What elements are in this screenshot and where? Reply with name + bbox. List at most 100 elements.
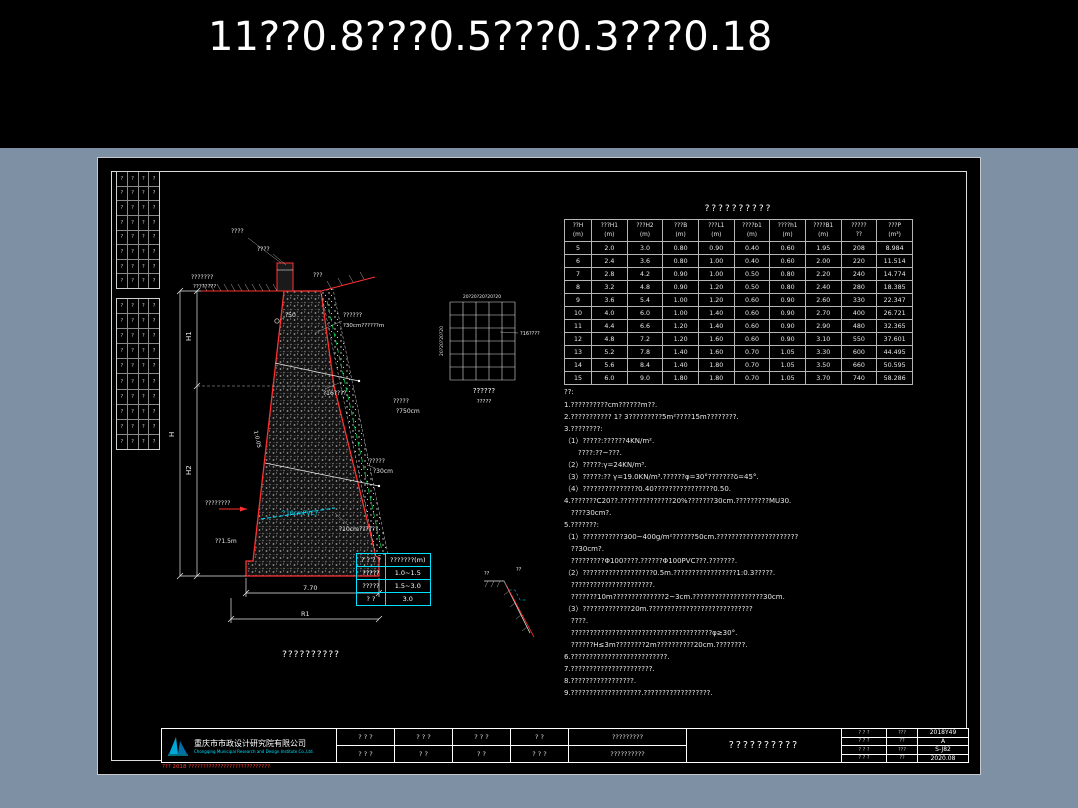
design-table-column-header: ???P (m³) <box>876 219 913 242</box>
design-table-cell: 1.80 <box>697 371 735 385</box>
revision-cell: ? <box>137 274 149 288</box>
revision-cell: ? <box>137 344 149 359</box>
design-table-cell: 1.05 <box>769 371 806 385</box>
basis-row: ????? 1.0~1.5 <box>356 566 431 580</box>
revision-cell: ? <box>126 186 138 201</box>
revision-cell: ? <box>120 408 124 415</box>
design-table-cell: 1.20 <box>697 293 735 307</box>
design-table-cell: 4.8 <box>626 280 664 294</box>
note-line: 3.????????: <box>564 425 603 433</box>
design-table-row: 12 4.8 7.2 1.20 1.60 0.60 0.90 3.10 550 37.601 <box>564 332 913 346</box>
titleblock-cell: ? ? ? <box>416 733 431 741</box>
revision-cell: ? <box>148 186 159 201</box>
revision-cell: ? <box>126 201 138 215</box>
revision-cell: ? <box>137 314 149 329</box>
design-table-cell: 6.6 <box>626 319 664 333</box>
revision-row: ???? <box>117 172 159 186</box>
design-table-column-header: ??H (m) <box>564 219 592 242</box>
slope-step-line <box>503 580 526 601</box>
basis-cell: ????? <box>356 566 386 580</box>
design-table-cell: 3.70 <box>804 371 842 385</box>
design-table-cell: 5.4 <box>626 293 664 307</box>
dim-base: 7.70 <box>303 584 317 592</box>
design-table-cell: 5.6 <box>591 358 628 372</box>
design-table-cell: 208 <box>840 241 878 255</box>
note-line: （4）???????????????0.40????????????????0.… <box>564 485 732 493</box>
revision-cell: ? <box>126 230 138 245</box>
titleblock-right-cell: S-J82 <box>935 746 951 754</box>
design-table-cell: 0.90 <box>662 267 699 281</box>
design-table-cell: 3.0 <box>626 241 664 255</box>
design-table-row: 5 2.0 3.0 0.80 0.90 0.40 0.60 1.95 208 8.984 <box>564 241 913 255</box>
titleblock-cell: ? ? ? <box>474 733 489 741</box>
revision-cell: ? <box>120 318 124 325</box>
design-table-cell: 1.00 <box>662 293 699 307</box>
design-table-cell: 5.2 <box>591 345 628 359</box>
design-table-cell: 240 <box>840 267 878 281</box>
titleblock-right-cell: 2020.08 <box>930 754 956 762</box>
design-table-column-header: ????b1 (m) <box>733 219 771 242</box>
revision-cell: ? <box>137 419 149 434</box>
design-table-cell: 0.40 <box>733 241 771 255</box>
design-table-row: 9 3.6 5.4 1.00 1.20 0.60 0.90 2.60 330 22.347 <box>564 293 913 307</box>
titleblock-right-cell: ??? <box>887 746 918 754</box>
design-table-row: 8 3.2 4.8 0.90 1.20 0.50 0.80 2.40 280 18.385 <box>564 280 913 294</box>
label-top1: ???? <box>231 228 244 235</box>
dim-r1: R1 <box>301 610 310 618</box>
design-table-cell: 1.05 <box>769 345 806 359</box>
design-table-cell: 2.00 <box>804 254 842 268</box>
revision-cell: ? <box>120 263 124 270</box>
page: 11??0.8???0.5???0.3???0.18 ?????????????… <box>0 0 1078 808</box>
design-table-cell: 0.60 <box>733 293 771 307</box>
revision-cell: ? <box>137 215 149 230</box>
design-table-cell: 7 <box>564 267 592 281</box>
design-table-cell: 0.90 <box>662 280 699 294</box>
basis-cell: 1.0~1.5 <box>385 566 431 580</box>
titleblock-right: ? ? ???? 2018Y49? ? ??? A? ? ???? S-J82? ? … <box>842 729 968 762</box>
slope-cut-line <box>503 580 535 638</box>
note-line: （3）?????:?? γ=19.0KN/m³.??????φ=30°?????… <box>564 473 759 481</box>
design-table-cell: 11.514 <box>876 254 913 268</box>
titleblock-right-row: ? ? ??? A <box>842 736 968 745</box>
design-table-cell: 0.60 <box>733 319 771 333</box>
titleblock-drawing-title: ?????????? <box>687 729 842 762</box>
design-table-title: ?????????? <box>704 204 773 214</box>
basis-column-header: ???????(m) <box>385 553 431 567</box>
label-top2: ???? <box>257 246 270 253</box>
design-table-cell: 1.60 <box>697 345 735 359</box>
revision-cell: ? <box>126 404 138 419</box>
note-line: 1.??????????cm??????m??. <box>564 401 658 409</box>
titleblock-right-cell: 2018Y49 <box>929 729 957 737</box>
design-table-cell: 1.20 <box>662 332 699 346</box>
design-table-cell: 3.6 <box>591 293 628 307</box>
design-table-cell: 2.0 <box>591 241 628 255</box>
design-table-cell: 18.385 <box>876 280 913 294</box>
basis-column-header: ? ? ? ? <box>356 553 386 567</box>
design-table-cell: 0.90 <box>769 319 806 333</box>
design-table-cell: 4.4 <box>591 319 628 333</box>
design-table-row: 7 2.8 4.2 0.90 1.00 0.50 0.80 2.20 240 14.774 <box>564 267 913 281</box>
titleblock-cell: ? ? ? <box>337 745 394 762</box>
revision-cell: ? <box>137 259 149 274</box>
titleblock-right-row: ? ? ??? 2020.08 <box>842 753 968 762</box>
label-weep2: ?30cm??????m <box>343 323 384 329</box>
revision-cell: ? <box>137 230 149 245</box>
design-table-cell: 3.10 <box>804 332 842 346</box>
revision-row: ???? <box>117 185 159 201</box>
revision-cell: ? <box>137 404 149 419</box>
revision-cell: ? <box>126 245 138 259</box>
revision-cell: ? <box>120 175 124 182</box>
slope-hatch <box>484 580 528 632</box>
design-table-cell: 6 <box>564 254 592 268</box>
anchor-head <box>377 484 381 488</box>
revision-cell: ? <box>137 172 149 186</box>
titleblock-pair: ? ? ? ? ? <box>511 729 568 762</box>
mesh-subcaption: ????? <box>477 399 492 405</box>
design-table-cell: 6.0 <box>591 371 628 385</box>
note-line: ????. <box>564 617 589 625</box>
design-table-column-header: ???B (m) <box>662 219 699 242</box>
titleblock-sign-cells: ? ? ?? ? ?? ? ?? ?? ? ?? ?? ?? ? ? <box>337 729 569 762</box>
design-table-cell: 280 <box>840 280 878 294</box>
note-line: ??????????????????????????????????????φ≥… <box>564 629 738 637</box>
company-name-en: Chongqing Municipal Research and Design … <box>194 748 314 754</box>
